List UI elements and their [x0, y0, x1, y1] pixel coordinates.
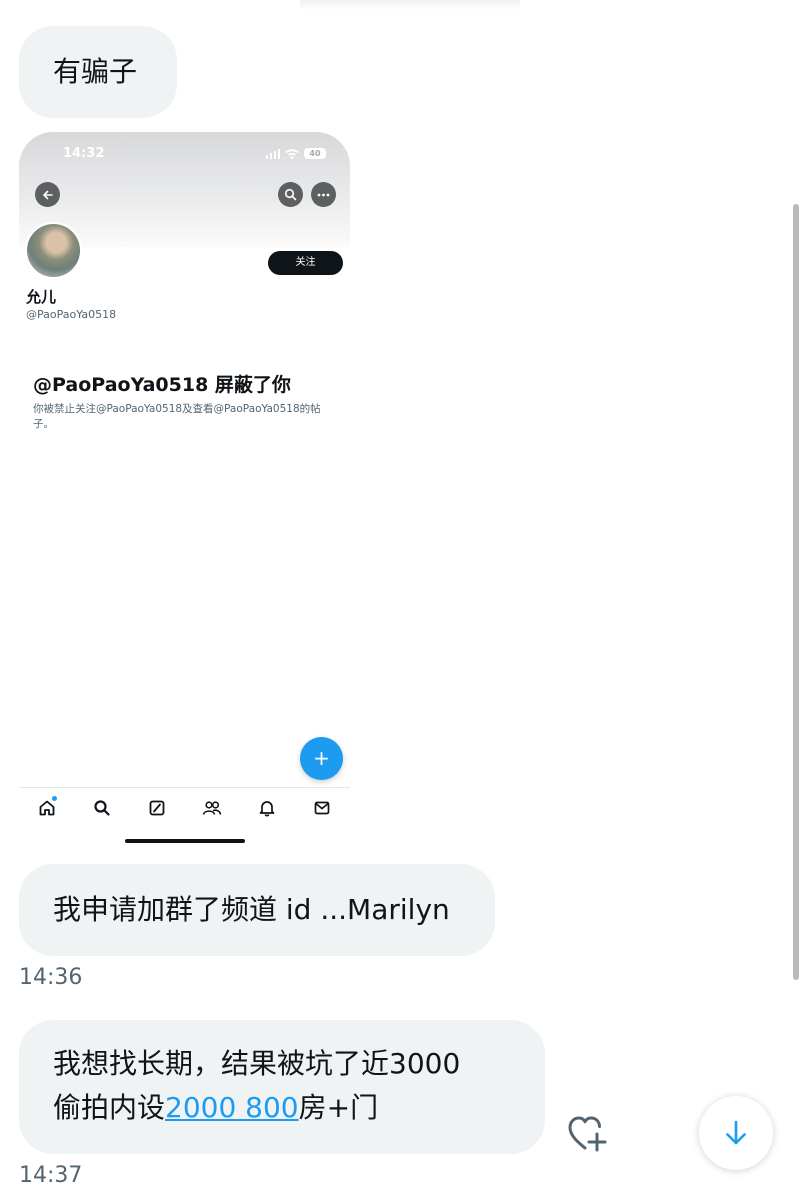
communities-icon	[202, 801, 222, 815]
scrollbar[interactable]	[793, 204, 799, 980]
nav-communities[interactable]	[199, 795, 225, 821]
status-bar-time: 14:32	[63, 146, 105, 161]
follow-button[interactable]: 关注	[268, 251, 343, 275]
blocked-description: 你被禁止关注@PaoPaoYa0518及查看@PaoPaoYa0518的帖子。	[33, 403, 321, 430]
heart-plus-icon[interactable]	[565, 1110, 611, 1156]
top-fade	[300, 0, 520, 10]
search-button[interactable]	[278, 182, 303, 207]
nav-grok[interactable]	[144, 795, 170, 821]
message-text: 有骗子	[53, 55, 138, 88]
bottom-nav	[19, 787, 350, 828]
blocked-title: @PaoPaoYa0518 屏蔽了你	[33, 374, 291, 396]
nav-search[interactable]	[89, 795, 115, 821]
display-name: 允儿	[26, 288, 57, 306]
back-button[interactable]	[35, 182, 60, 207]
user-handle: @PaoPaoYa0518	[26, 308, 117, 321]
message-bubble: 我申请加群了频道 id ...Marilyn	[19, 864, 495, 956]
message-bubble: 我想找长期，结果被坑了近3000 偷拍内设2000 800房+门	[19, 1020, 545, 1154]
message-text: 我申请加群了频道 id ...Marilyn	[53, 893, 450, 926]
message-timestamp: 14:37	[19, 1163, 83, 1188]
plus-icon: +	[313, 746, 330, 770]
status-bar-icons: 40	[265, 148, 326, 159]
home-icon	[39, 800, 54, 816]
wifi-icon	[285, 148, 299, 159]
mail-icon	[315, 801, 330, 815]
more-icon	[317, 193, 330, 196]
attached-screenshot[interactable]: 14:32 40 关注 允儿 @PaoPaoYa0518 @PaoPaoYa05…	[19, 132, 350, 850]
signal-icon	[265, 148, 280, 159]
message-timestamp: 14:36	[19, 965, 83, 990]
grok-icon	[149, 800, 165, 816]
message-bubble: 有骗子	[19, 26, 177, 118]
nav-notifications[interactable]	[254, 795, 280, 821]
message-link[interactable]: 2000 800	[165, 1091, 299, 1124]
arrow-left-icon	[42, 190, 53, 199]
more-button[interactable]	[311, 182, 336, 207]
nav-home[interactable]	[34, 795, 60, 821]
search-icon	[284, 188, 297, 201]
battery-icon: 40	[304, 148, 326, 159]
message-text: 房+门	[298, 1091, 379, 1124]
search-icon	[94, 800, 110, 816]
home-indicator	[125, 839, 245, 843]
nav-messages[interactable]	[309, 795, 335, 821]
arrow-down-icon	[726, 1120, 746, 1145]
bell-icon	[259, 801, 275, 817]
avatar[interactable]	[25, 222, 82, 279]
notification-dot	[51, 796, 57, 801]
compose-button[interactable]: +	[300, 737, 343, 780]
scroll-to-bottom-button[interactable]	[699, 1096, 773, 1170]
